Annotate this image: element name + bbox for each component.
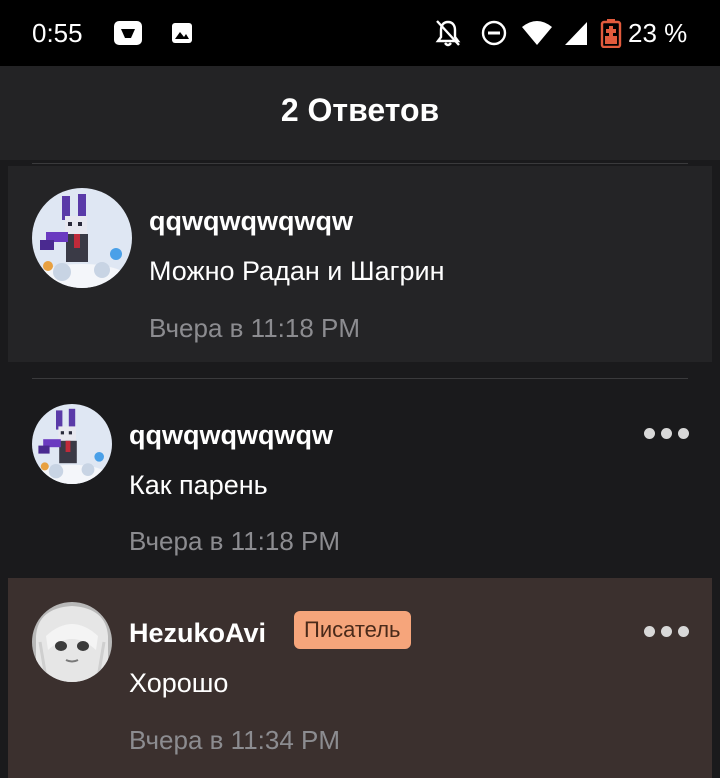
reply-comment[interactable]: qqwqwqwqwqw Как парень Вчера в 11:18 PM <box>8 380 712 576</box>
more-options-icon[interactable] <box>644 428 689 439</box>
wifi-icon <box>522 21 552 45</box>
battery-percent: 23 % <box>628 18 688 48</box>
bell-off-icon <box>435 20 461 47</box>
user-avatar[interactable] <box>32 602 112 682</box>
username[interactable]: HezukoAvi <box>129 618 266 649</box>
more-options-icon[interactable] <box>644 626 689 637</box>
image-notification-icon <box>172 23 192 43</box>
status-time: 0:55 <box>32 18 83 48</box>
status-bar: 0:55 23 % <box>0 0 720 66</box>
divider <box>32 163 688 164</box>
role-badge: Писатель <box>294 611 411 649</box>
user-avatar[interactable] <box>32 188 132 288</box>
battery-low-icon <box>600 19 622 48</box>
page-title: 2 Ответов <box>280 92 440 128</box>
reply-comment[interactable]: qqwqwqwqwqw Можно Радан и Шагрин Вчера в… <box>8 166 712 362</box>
reply-comment-highlighted[interactable]: HezukoAvi Писатель Хорошо Вчера в 11:34 … <box>8 578 712 778</box>
signal-icon <box>565 22 587 45</box>
divider <box>32 378 688 379</box>
comment-time: Вчера в 11:34 PM <box>129 725 341 755</box>
comment-text: Можно Радан и Шагрин <box>149 256 445 286</box>
app-header: 2 Ответов <box>0 66 720 160</box>
comment-time: Вчера в 11:18 PM <box>149 313 361 343</box>
comment-text: Хорошо <box>129 668 229 698</box>
video-app-icon <box>114 21 142 45</box>
username[interactable]: qqwqwqwqwqw <box>149 206 353 237</box>
comment-text: Как парень <box>129 470 268 500</box>
username[interactable]: qqwqwqwqwqw <box>129 420 333 451</box>
do-not-disturb-icon <box>481 20 507 46</box>
user-avatar[interactable] <box>32 404 112 484</box>
comment-time: Вчера в 11:18 PM <box>129 526 341 556</box>
